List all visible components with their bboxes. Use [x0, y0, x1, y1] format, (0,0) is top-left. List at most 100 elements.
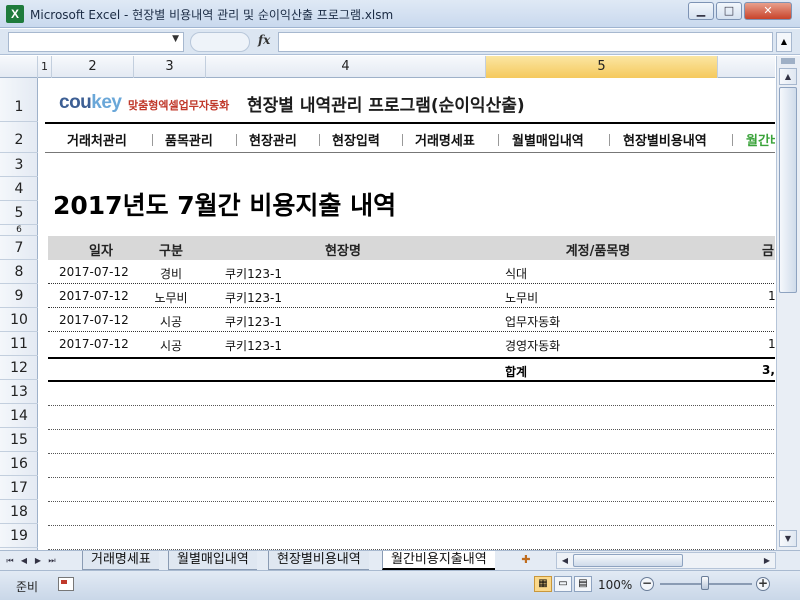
sheet-tab-active[interactable]: 월간비용지출내역 — [382, 551, 495, 570]
cell-type[interactable]: 시공 — [136, 313, 206, 330]
page-break-view-icon[interactable]: ▤ — [574, 576, 592, 592]
empty-row[interactable] — [48, 382, 775, 406]
empty-row[interactable] — [48, 502, 775, 526]
split-handle[interactable] — [781, 58, 795, 64]
cell-account[interactable]: 노무비 — [505, 289, 538, 306]
nav-item-invoice[interactable]: 거래명세표 — [415, 130, 475, 149]
horizontal-scrollbar[interactable]: ◀ ▶ — [556, 552, 776, 569]
row-header[interactable]: 15 — [0, 428, 38, 452]
nav-item-clients[interactable]: 거래처관리 — [67, 130, 127, 149]
row-header[interactable]: 13 — [0, 380, 38, 404]
chevron-down-icon[interactable]: ▼ — [172, 34, 179, 44]
cell-site[interactable]: 쿠키123-1 — [225, 289, 282, 306]
row-header[interactable]: 12 — [0, 356, 38, 380]
row-header[interactable]: 7 — [0, 236, 38, 260]
table-row[interactable]: 2017-07-12 노무비 쿠키123-1 노무비 1 — [48, 284, 775, 308]
empty-row[interactable] — [48, 526, 775, 550]
insert-sheet-icon[interactable]: ✚ — [517, 553, 535, 568]
zoom-out-button[interactable]: − — [640, 577, 654, 591]
normal-view-icon[interactable]: ▦ — [534, 576, 552, 592]
empty-row[interactable] — [48, 478, 775, 502]
worksheet-grid[interactable]: coukey 맞춤형엑셀업무자동화 현장별 내역관리 프로그램(순이익산출) 거… — [39, 78, 775, 550]
row-header[interactable]: 9 — [0, 284, 38, 308]
nav-item-site-input[interactable]: 현장입력 — [332, 130, 380, 149]
cell-type[interactable]: 노무비 — [136, 289, 206, 306]
total-row[interactable]: 합계 3, — [48, 357, 775, 382]
table-row[interactable]: 2017-07-12 경비 쿠키123-1 식대 — [48, 260, 775, 284]
table-row[interactable]: 2017-07-12 시공 쿠키123-1 업무자동화 — [48, 308, 775, 332]
row-header[interactable]: 17 — [0, 476, 38, 500]
cell-date[interactable]: 2017-07-12 — [59, 265, 129, 279]
row-header[interactable]: 5 — [0, 201, 38, 225]
cell-amount[interactable]: 1 — [768, 337, 775, 351]
last-sheet-icon[interactable]: ⏭ — [46, 554, 58, 567]
vertical-scrollbar[interactable]: ▲ ▼ — [776, 56, 800, 550]
zoom-level[interactable]: 100% — [598, 578, 632, 592]
cell-date[interactable]: 2017-07-12 — [59, 289, 129, 303]
excel-app-icon[interactable]: X — [6, 5, 24, 23]
first-sheet-icon[interactable]: ⏮ — [4, 554, 16, 567]
nav-item-products[interactable]: 품목관리 — [165, 130, 213, 149]
sheet-tab[interactable]: 현장별비용내역 — [268, 551, 369, 570]
cell-type[interactable]: 경비 — [136, 265, 206, 282]
column-header[interactable]: 2 — [52, 56, 134, 78]
total-value[interactable]: 3, — [762, 363, 775, 377]
cell-amount[interactable]: 1 — [768, 289, 775, 303]
expand-formula-bar-button[interactable]: ▲ — [776, 32, 792, 52]
row-header[interactable]: 11 — [0, 332, 38, 356]
macro-record-icon[interactable] — [58, 577, 74, 591]
minimize-button[interactable]: ▁ — [688, 2, 714, 20]
name-box[interactable]: ▼ — [8, 32, 184, 52]
row-header[interactable]: 18 — [0, 500, 38, 524]
cell-account[interactable]: 업무자동화 — [505, 313, 560, 330]
scroll-up-arrow-icon[interactable]: ▲ — [779, 68, 797, 85]
maximize-button[interactable]: □ — [716, 2, 742, 20]
zoom-in-button[interactable]: + — [756, 577, 770, 591]
cell-account[interactable]: 식대 — [505, 265, 527, 282]
cell-site[interactable]: 쿠키123-1 — [225, 337, 282, 354]
insert-function-button[interactable]: fx — [258, 33, 270, 47]
row-header[interactable]: 16 — [0, 452, 38, 476]
empty-row[interactable] — [48, 430, 775, 454]
table-row[interactable]: 2017-07-12 시공 쿠키123-1 경영자동화 1 — [48, 332, 775, 356]
scroll-left-arrow-icon[interactable]: ◀ — [558, 554, 572, 567]
next-sheet-icon[interactable]: ▶ — [32, 554, 44, 567]
nav-item-sites[interactable]: 현장관리 — [249, 130, 297, 149]
row-header[interactable]: 10 — [0, 308, 38, 332]
select-all-corner[interactable] — [0, 56, 38, 78]
prev-sheet-icon[interactable]: ◀ — [18, 554, 30, 567]
empty-row[interactable] — [48, 406, 775, 430]
cell-site[interactable]: 쿠키123-1 — [225, 313, 282, 330]
row-header[interactable]: 14 — [0, 404, 38, 428]
row-header[interactable]: 2 — [0, 122, 38, 153]
horizontal-scroll-thumb[interactable] — [573, 554, 683, 567]
column-header[interactable]: 3 — [134, 56, 206, 78]
row-header[interactable]: 3 — [0, 153, 38, 177]
row-header[interactable]: 19 — [0, 524, 38, 548]
nav-item-monthly-purchases[interactable]: 월별매입내역 — [512, 130, 584, 149]
column-header-selected[interactable]: 5 — [486, 56, 718, 78]
row-header[interactable]: 1 — [0, 78, 38, 122]
row-header[interactable]: 8 — [0, 260, 38, 284]
row-header[interactable]: 4 — [0, 177, 38, 201]
sheet-tab[interactable]: 거래명세표 — [82, 551, 159, 570]
cell-site[interactable]: 쿠키123-1 — [225, 265, 282, 282]
nav-item-monthly-expenses[interactable]: 월간비 — [746, 130, 775, 149]
column-header[interactable]: 4 — [206, 56, 486, 78]
scroll-right-arrow-icon[interactable]: ▶ — [760, 554, 774, 567]
nav-item-site-costs[interactable]: 현장별비용내역 — [623, 130, 707, 149]
column-header[interactable]: 1 — [38, 56, 52, 78]
cell-account[interactable]: 경영자동화 — [505, 337, 560, 354]
zoom-slider-thumb[interactable] — [701, 576, 709, 590]
close-button[interactable]: ✕ — [744, 2, 792, 20]
row-header[interactable]: 6 — [0, 225, 38, 236]
page-layout-view-icon[interactable]: ▭ — [554, 576, 572, 592]
cell-date[interactable]: 2017-07-12 — [59, 313, 129, 327]
formula-input[interactable] — [278, 32, 773, 52]
cell-date[interactable]: 2017-07-12 — [59, 337, 129, 351]
cell-type[interactable]: 시공 — [136, 337, 206, 354]
sheet-tab[interactable]: 월별매입내역 — [168, 551, 257, 570]
empty-row[interactable] — [48, 454, 775, 478]
scroll-down-arrow-icon[interactable]: ▼ — [779, 530, 797, 547]
vertical-scroll-thumb[interactable] — [779, 87, 797, 293]
